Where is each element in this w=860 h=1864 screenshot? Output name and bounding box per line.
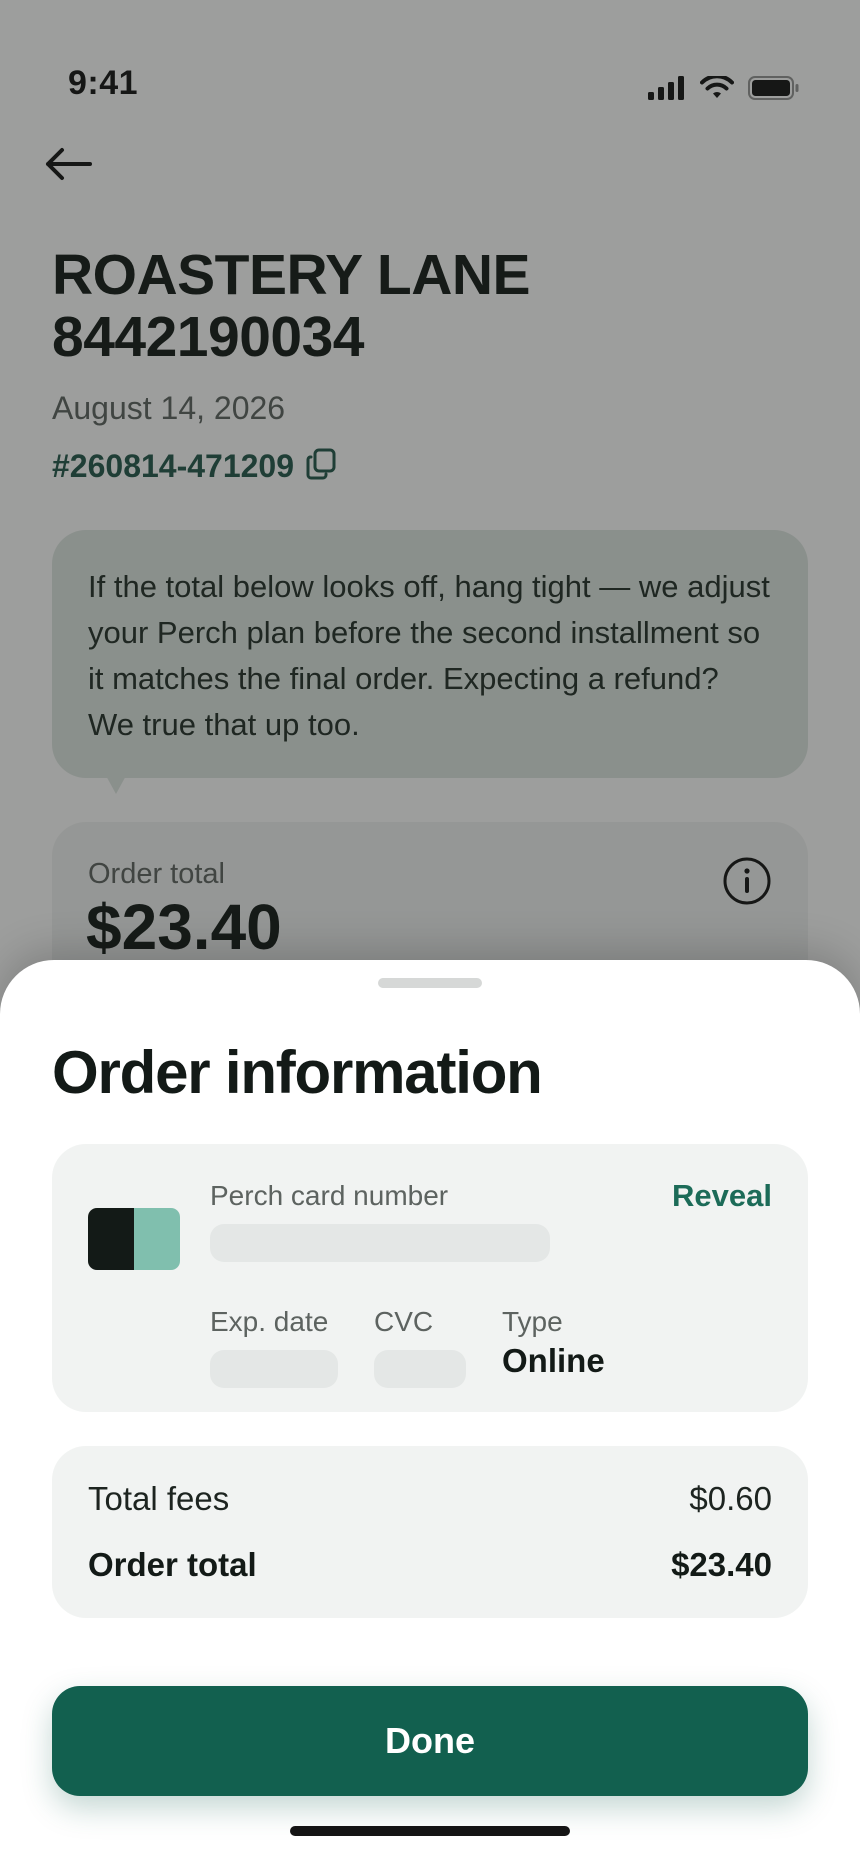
type-value: Online xyxy=(502,1342,605,1379)
card-thumbnail-dark xyxy=(88,1208,134,1270)
card-thumbnail-light xyxy=(134,1208,180,1270)
sheet-order-total-label: Order total xyxy=(88,1546,257,1583)
card-details-panel: Perch card number Reveal Exp. date CVC T… xyxy=(52,1144,808,1412)
done-button[interactable]: Done xyxy=(52,1686,808,1796)
sheet-title: Order information xyxy=(52,1039,543,1106)
card-thumbnail xyxy=(88,1208,180,1270)
fees-panel: Total fees $0.60 Order total $23.40 xyxy=(52,1446,808,1618)
exp-date-label: Exp. date xyxy=(210,1306,329,1337)
sheet-order-total-value: $23.40 xyxy=(671,1546,772,1583)
reveal-button[interactable]: Reveal xyxy=(672,1178,772,1214)
cvc-label: CVC xyxy=(374,1306,434,1337)
total-fees-value: $0.60 xyxy=(689,1480,772,1517)
cvc-hidden xyxy=(374,1350,466,1388)
home-indicator xyxy=(290,1826,570,1836)
exp-date-hidden xyxy=(210,1350,338,1388)
order-total-row: Order total $23.40 xyxy=(88,1546,772,1584)
total-fees-row: Total fees $0.60 xyxy=(88,1480,772,1518)
card-number-hidden xyxy=(210,1224,550,1262)
sheet-grabber[interactable] xyxy=(378,978,482,988)
card-number-label: Perch card number xyxy=(210,1180,449,1211)
type-label: Type xyxy=(502,1306,563,1337)
total-fees-label: Total fees xyxy=(88,1480,230,1517)
order-information-sheet: Order information Perch card number Reve… xyxy=(0,960,860,1864)
